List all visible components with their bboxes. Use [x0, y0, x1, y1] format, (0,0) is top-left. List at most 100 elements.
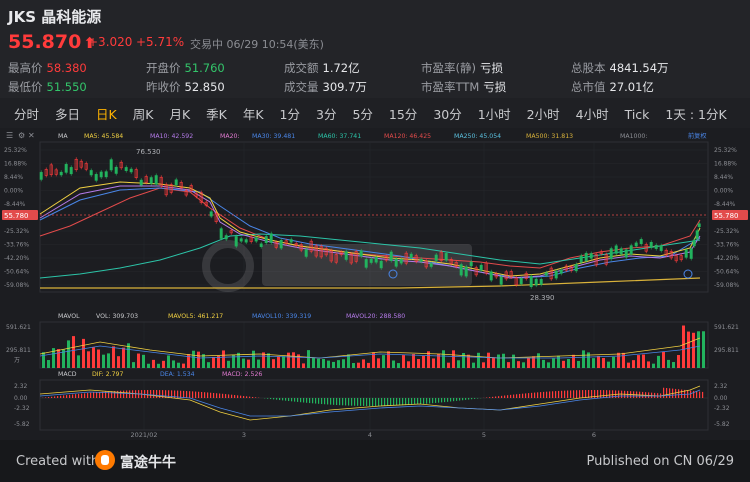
y-tick-right: -42.20%: [714, 255, 739, 262]
toggle-icon[interactable]: ☰: [6, 131, 13, 140]
vol-tick-right: 591.621: [714, 324, 739, 331]
tab-15[interactable]: Tick: [617, 104, 658, 126]
volume-bar: [277, 356, 280, 368]
volume-bar: [402, 355, 405, 368]
candle: [639, 239, 643, 245]
volume-bar: [57, 349, 60, 368]
tab-4[interactable]: 月K: [161, 104, 198, 126]
macd-tick-right: -5.82: [714, 421, 730, 428]
tab-0[interactable]: 分时: [6, 104, 47, 126]
kline-svg: ☰ ⚙ ✕ MA MA5: 45.584 MA10: 42.592 MA20: MA30…: [2, 131, 748, 439]
volume-bar: [312, 357, 315, 368]
macd-bar: [603, 390, 605, 398]
candle: [124, 167, 128, 171]
macd-bar: [420, 398, 422, 405]
macd-bar: [93, 392, 95, 398]
volume-bar: [527, 357, 530, 368]
volume-bar: [207, 362, 210, 368]
volume-bar: [682, 325, 685, 368]
macd-bar: [474, 398, 476, 399]
macd-bar: [387, 398, 389, 406]
macd-bar: [315, 398, 317, 404]
tab-8[interactable]: 3分: [308, 104, 344, 126]
macd-bar: [60, 395, 62, 398]
candle: [589, 253, 593, 259]
volume-bar: [77, 355, 80, 368]
candle: [629, 245, 633, 255]
candle: [234, 236, 238, 247]
volume-bar: [577, 360, 580, 368]
candle: [129, 168, 133, 173]
volume-legend-row: MAVOL VOL: 309.703 MAVOL5: 461.217 MAVOL10:…: [58, 313, 405, 320]
macd-bar: [444, 398, 446, 403]
macd-bar: [354, 398, 356, 406]
vol-tick-right: 295.811: [714, 347, 739, 354]
macd-bar: [81, 393, 83, 398]
y-tick-left: 25.32%: [4, 147, 27, 154]
macd-bar: [561, 390, 563, 398]
close-icon[interactable]: ✕: [28, 131, 35, 140]
candle: [359, 250, 363, 257]
macd-bar: [123, 390, 125, 398]
macd-bar: [378, 398, 380, 406]
macd-bar: [582, 390, 584, 398]
volume-bar: [387, 351, 390, 368]
candle: [409, 253, 413, 258]
tab-10[interactable]: 15分: [381, 104, 425, 126]
settings-icon[interactable]: ⚙: [18, 131, 25, 140]
macd-bar: [51, 396, 53, 398]
macd-bar: [192, 391, 194, 398]
volume-bar: [657, 355, 660, 368]
volume-bar: [182, 363, 185, 368]
stock-name: 晶科能源: [41, 8, 102, 26]
quote-header: JKS 晶科能源 55.870 ⬆ +3.020 +5.71% 交易中 06/29…: [0, 0, 750, 98]
macd-bar: [168, 390, 170, 398]
volume-bar: [622, 352, 625, 368]
volume-bar: [177, 362, 180, 368]
macd-bar: [330, 398, 332, 405]
macd-histogram: [42, 387, 704, 406]
footer: Created with 富途牛牛 Published on CN 06/29: [0, 440, 750, 482]
tab-3[interactable]: 周K: [125, 104, 162, 126]
tab-14[interactable]: 4小时: [568, 104, 617, 126]
volume-bar: [457, 360, 460, 368]
macd-bar: [696, 391, 698, 398]
volume-bar: [632, 360, 635, 368]
tab-5[interactable]: 季K: [198, 104, 235, 126]
tab-13[interactable]: 2小时: [519, 104, 568, 126]
tab-7[interactable]: 1分: [272, 104, 308, 126]
volume-bar: [472, 362, 475, 368]
macd-bar: [552, 391, 554, 398]
volume-bar: [167, 355, 170, 368]
tab-6[interactable]: 年K: [235, 104, 272, 126]
candle: [219, 228, 223, 239]
tab-9[interactable]: 5分: [344, 104, 380, 126]
macd-bar: [90, 392, 92, 398]
tab-2[interactable]: 日K: [88, 104, 125, 126]
candle: [539, 279, 543, 285]
candle: [174, 179, 178, 185]
candle: [614, 245, 618, 254]
tab-12[interactable]: 1小时: [470, 104, 519, 126]
y-tick-left: 8.44%: [4, 174, 23, 181]
candle: [574, 264, 578, 272]
volume-bar: [47, 360, 50, 368]
macd-bar: [231, 394, 233, 398]
candle: [534, 278, 538, 286]
stat-open: 开盘价 51.760: [146, 61, 225, 75]
tab-1[interactable]: 多日: [47, 104, 88, 126]
candle: [554, 270, 558, 279]
macd-bar: [69, 394, 71, 398]
volume-bar: [612, 356, 615, 368]
macd-bar: [48, 397, 50, 398]
volume-bar: [117, 356, 120, 368]
tab-16[interactable]: 1天 : 1分K: [657, 104, 734, 126]
macd-bar: [513, 394, 515, 398]
volume-bar: [82, 338, 85, 368]
macd-bar: [327, 398, 329, 405]
candle: [659, 245, 663, 251]
volume-bar: [132, 362, 135, 368]
macd-bar: [270, 398, 272, 400]
tab-11[interactable]: 30分: [425, 104, 469, 126]
candle: [59, 171, 63, 176]
